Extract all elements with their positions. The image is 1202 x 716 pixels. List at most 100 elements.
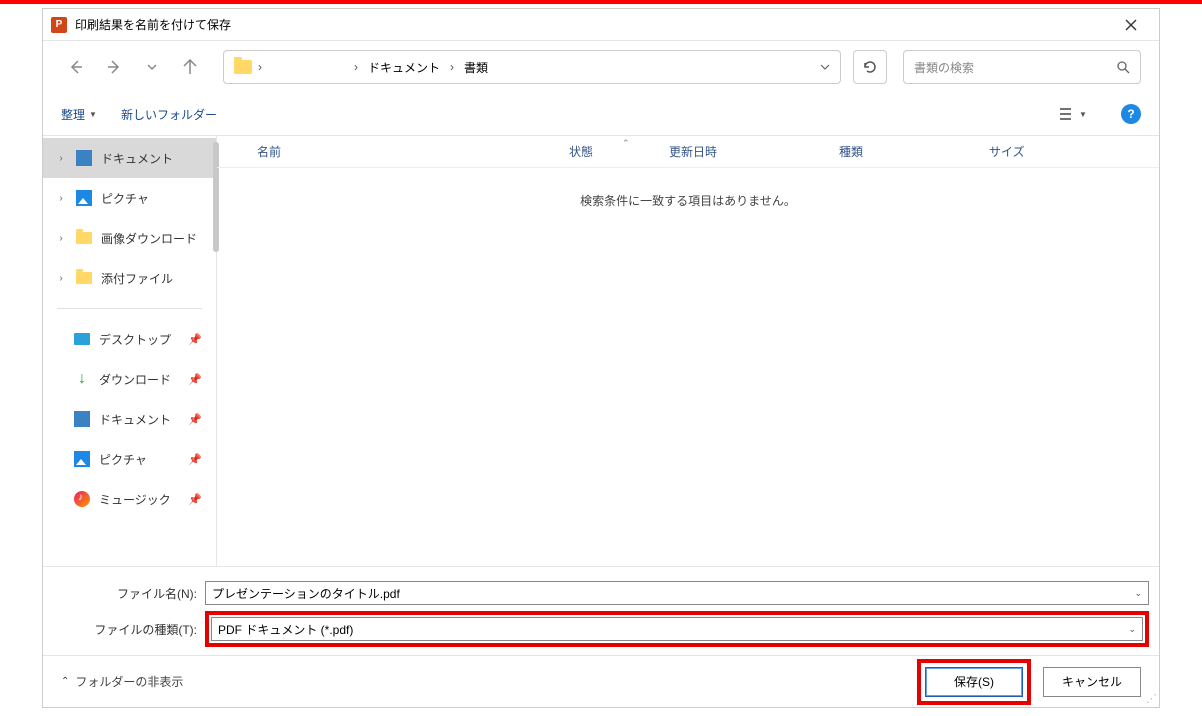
annotation-highlight-save: 保存(S) [917,659,1031,705]
column-headers: ⌃ 名前 状態 更新日時 種類 サイズ [217,136,1159,168]
arrow-right-icon [106,59,122,75]
chevron-down-icon: ▼ [1079,110,1087,119]
chevron-down-icon[interactable]: ⌄ [1134,588,1142,599]
column-date[interactable]: 更新日時 [657,143,827,160]
column-kind[interactable]: 種類 [827,143,977,160]
organize-label: 整理 [61,106,85,123]
pin-icon: 📌 [188,373,202,386]
download-icon: ↓ [73,370,91,388]
chevron-down-icon: ▼ [89,110,97,119]
tree-item-documents[interactable]: › ドキュメント [43,138,216,178]
refresh-button[interactable] [853,50,887,84]
powerpoint-icon: P [51,17,67,33]
breadcrumb-item[interactable]: ドキュメント [364,57,444,78]
chevron-right-icon: › [354,60,358,74]
breadcrumb-item[interactable]: 書類 [460,57,492,78]
tree-label: ミュージック [99,491,171,508]
column-name[interactable]: 名前 [217,143,557,160]
window-title: 印刷結果を名前を付けて保存 [75,16,231,33]
tree-label: 画像ダウンロード [101,230,197,247]
quick-pictures[interactable]: ピクチャ 📌 [43,439,216,479]
filename-value: プレゼンテーションのタイトル.pdf [212,585,400,602]
back-button[interactable] [61,52,91,82]
column-size[interactable]: サイズ [977,143,1077,160]
annotation-highlight-filetype: PDF ドキュメント (*.pdf) ⌄ [205,611,1149,647]
tree-item-attachments[interactable]: › 添付ファイル [43,258,216,298]
chevron-right-icon: › [450,60,454,74]
filename-input[interactable]: プレゼンテーションのタイトル.pdf ⌄ [205,581,1149,605]
list-view-icon [1059,107,1075,121]
annotation-top-edge [0,0,1202,4]
recent-dropdown[interactable] [137,52,167,82]
chevron-down-icon [147,62,157,72]
titlebar: P 印刷結果を名前を付けて保存 [43,9,1159,41]
folder-icon [234,60,252,74]
up-button[interactable] [175,52,205,82]
filename-section: ファイル名(N): プレゼンテーションのタイトル.pdf ⌄ ファイルの種類(T… [43,566,1159,655]
hide-folders-toggle[interactable]: ⌃ フォルダーの非表示 [61,673,183,690]
document-icon [76,150,92,166]
pin-icon: 📌 [188,493,202,506]
save-as-dialog: P 印刷結果を名前を付けて保存 › › ドキュメント › 書類 [42,8,1160,708]
file-list-panel: ⌃ 名前 状態 更新日時 種類 サイズ 検索条件に一致する項目はありません。 [217,136,1159,566]
save-button[interactable]: 保存(S) [925,667,1023,697]
column-status[interactable]: 状態 [557,143,657,160]
chevron-down-icon[interactable]: ⌄ [1128,624,1136,635]
divider [57,308,202,309]
navigation-tree: › ドキュメント › ピクチャ › 画像ダウンロード › 添付ファイル [43,136,217,566]
toolbar: 整理 ▼ 新しいフォルダー ▼ ? [43,93,1159,135]
tree-label: デスクトップ [99,331,171,348]
quick-downloads[interactable]: ↓ ダウンロード 📌 [43,359,216,399]
filetype-row: ファイルの種類(T): PDF ドキュメント (*.pdf) ⌄ [53,611,1149,647]
filetype-label: ファイルの種類(T): [53,621,201,638]
desktop-icon [74,333,90,345]
chevron-right-icon[interactable]: › [55,233,67,244]
organize-menu[interactable]: 整理 ▼ [61,106,97,123]
tree-label: ドキュメント [99,411,171,428]
hide-folders-label: フォルダーの非表示 [75,673,183,690]
tree-label: ドキュメント [101,150,173,167]
quick-desktop[interactable]: デスクトップ 📌 [43,319,216,359]
tree-label: ピクチャ [101,190,149,207]
chevron-right-icon[interactable]: › [55,193,67,204]
document-icon [74,411,90,427]
quick-music[interactable]: ミュージック 📌 [43,479,216,519]
tree-item-image-download[interactable]: › 画像ダウンロード [43,218,216,258]
resize-grip-icon[interactable]: ⋰ [1145,693,1157,705]
chevron-down-icon[interactable] [820,62,830,72]
view-menu[interactable]: ▼ [1059,100,1087,128]
tree-label: ピクチャ [99,451,147,468]
quick-documents[interactable]: ドキュメント 📌 [43,399,216,439]
search-placeholder: 書類の検索 [914,59,974,76]
pin-icon: 📌 [188,413,202,426]
close-icon [1125,19,1137,31]
filename-label: ファイル名(N): [53,585,201,602]
tree-label: ダウンロード [99,371,171,388]
search-input[interactable]: 書類の検索 [903,50,1141,84]
filetype-value: PDF ドキュメント (*.pdf) [218,621,353,638]
help-button[interactable]: ? [1121,104,1141,124]
address-bar[interactable]: › › ドキュメント › 書類 [223,50,841,84]
close-button[interactable] [1111,9,1151,41]
tree-label: 添付ファイル [101,270,173,287]
chevron-right-icon[interactable]: › [55,153,67,164]
tree-item-pictures[interactable]: › ピクチャ [43,178,216,218]
chevron-right-icon[interactable]: › [55,273,67,284]
forward-button[interactable] [99,52,129,82]
new-folder-button[interactable]: 新しいフォルダー [121,106,217,123]
filename-row: ファイル名(N): プレゼンテーションのタイトル.pdf ⌄ [53,581,1149,605]
body: › ドキュメント › ピクチャ › 画像ダウンロード › 添付ファイル [43,135,1159,566]
cancel-button[interactable]: キャンセル [1043,667,1141,697]
arrow-up-icon [182,59,198,75]
footer: ⌃ フォルダーの非表示 保存(S) キャンセル [43,655,1159,707]
pictures-icon [74,451,90,467]
navigation-row: › › ドキュメント › 書類 書類の検索 [43,41,1159,93]
folder-icon [76,232,92,244]
empty-message: 検索条件に一致する項目はありません。 [217,192,1159,209]
filetype-dropdown[interactable]: PDF ドキュメント (*.pdf) ⌄ [211,617,1143,641]
pin-icon: 📌 [188,453,202,466]
chevron-up-icon: ⌃ [61,676,69,687]
new-folder-label: 新しいフォルダー [121,106,217,123]
music-icon [74,491,90,507]
refresh-icon [862,59,878,75]
